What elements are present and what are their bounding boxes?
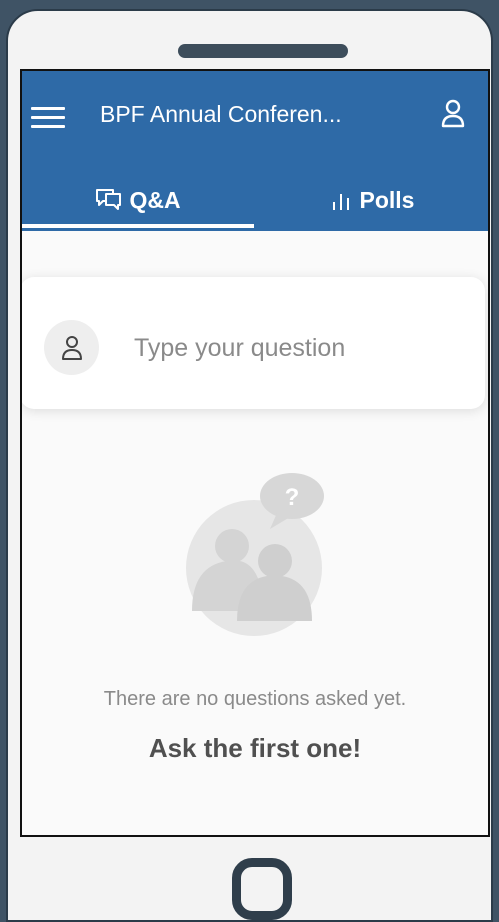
tab-polls[interactable]: Polls [254, 171, 488, 229]
phone-home-button[interactable] [232, 858, 292, 920]
user-profile-icon[interactable] [440, 99, 466, 129]
app-screen: BPF Annual Conferen... Q&A Polls Type yo… [20, 69, 490, 837]
tab-qa-label: Q&A [129, 186, 181, 213]
event-title: BPF Annual Conferen... [100, 101, 342, 127]
active-tab-indicator [22, 224, 254, 228]
empty-state-message: There are no questions asked yet. [103, 688, 407, 710]
ask-question-card[interactable] [22, 277, 485, 409]
chat-bubbles-icon [95, 187, 123, 213]
svg-text:?: ? [285, 484, 300, 511]
app-bar: BPF Annual Conferen... Q&A Polls [22, 71, 488, 231]
question-input[interactable] [132, 327, 456, 369]
phone-speaker [178, 44, 348, 58]
bar-chart-icon [330, 188, 354, 212]
tab-polls-label: Polls [359, 186, 415, 213]
user-avatar-icon [44, 320, 99, 375]
empty-state-cta: Ask the first one! [148, 733, 362, 763]
no-questions-illustration: ? [182, 471, 327, 636]
tab-qa[interactable]: Q&A [22, 171, 254, 229]
hamburger-menu-icon[interactable] [31, 107, 65, 129]
